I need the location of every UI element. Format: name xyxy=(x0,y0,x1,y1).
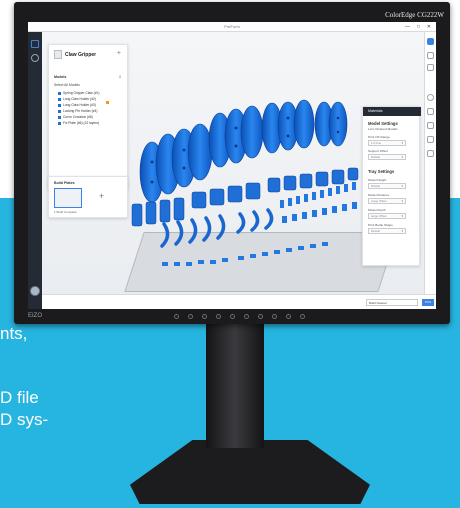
bezel-button[interactable] xyxy=(230,314,235,319)
scale-icon[interactable] xyxy=(427,150,434,157)
background-text-line3: D sys- xyxy=(0,410,49,429)
bezel-button[interactable] xyxy=(272,314,277,319)
file-icon xyxy=(54,50,62,59)
build-plate-caption: 1 Build Complete xyxy=(54,210,77,214)
build-plates-panel: Build Plates + 1 Build Complete xyxy=(48,176,128,218)
window-title: PreForm xyxy=(224,24,240,29)
tray-field-dropdown[interactable]: Large Offset xyxy=(368,198,406,204)
select-all-models[interactable]: Select All Models xyxy=(54,83,80,87)
wand-icon[interactable] xyxy=(427,52,434,59)
models-header: Models xyxy=(54,75,67,79)
bezel-button[interactable] xyxy=(286,314,291,319)
bezel-button[interactable] xyxy=(244,314,249,319)
left-nav-rail xyxy=(28,32,42,309)
model-list-item[interactable]: Long Claw Holder (#3) xyxy=(58,103,96,107)
printer-icon[interactable] xyxy=(427,38,434,45)
minimize-button[interactable]: — xyxy=(405,22,410,32)
setting-dropdown[interactable]: 1.0 Fine xyxy=(368,140,406,146)
tray-field-dropdown[interactable]: Large Offset xyxy=(368,213,406,219)
setting-label: Support Offset xyxy=(368,149,388,153)
print-button[interactable]: Print xyxy=(422,299,434,306)
tray-field-label: Model Distance xyxy=(368,193,390,197)
bezel-button[interactable] xyxy=(174,314,179,319)
home-icon[interactable] xyxy=(31,40,39,48)
setting-label: Print OK Range xyxy=(368,135,390,139)
avatar[interactable] xyxy=(30,286,40,296)
close-button[interactable]: ✕ xyxy=(427,22,431,32)
job-title: Claw Gripper xyxy=(65,52,97,58)
info-icon[interactable] xyxy=(427,94,434,101)
bezel-button[interactable] xyxy=(258,314,263,319)
bezel-button[interactable] xyxy=(216,314,221,319)
models-panel: Claw Gripper + Models 8 Select All Model… xyxy=(48,44,128,190)
monitor-bezel: EIZO xyxy=(14,310,450,324)
settings-panel-header: Materials xyxy=(363,107,421,116)
model-icon xyxy=(58,121,61,125)
model-icon xyxy=(58,97,61,101)
build-plate-thumbnail[interactable] xyxy=(54,188,82,208)
bezel-button[interactable] xyxy=(202,314,207,319)
tray-field-label: Model Depth xyxy=(368,208,386,212)
background-text-line1: nts, xyxy=(0,324,28,343)
model-list-item[interactable]: Fix Plate (#6) (22 layers) xyxy=(58,121,99,125)
model-icon xyxy=(58,109,61,113)
add-build-plate-button[interactable]: + xyxy=(99,191,104,201)
bezel-button[interactable] xyxy=(188,314,193,319)
printer-select[interactable]: Build Cleaner xyxy=(366,299,418,306)
bezel-buttons xyxy=(174,314,305,319)
monitor-brand: ColorEdge CG222W xyxy=(385,11,444,19)
supports-icon[interactable] xyxy=(427,108,434,115)
model-icon xyxy=(58,103,61,107)
bottom-bar: Build Cleaner Print xyxy=(42,294,436,309)
settings-panel: Materials Model Settings Let's Chained M… xyxy=(362,106,421,266)
build-plates-title: Build Plates xyxy=(54,181,75,185)
photo-stage: nts, D file D sys- ColorEdge CG222W PreF… xyxy=(0,0,460,508)
tray-field-label: Print Bottle Shape xyxy=(368,223,393,227)
clock-icon[interactable] xyxy=(31,54,39,62)
add-model-button[interactable]: + xyxy=(117,50,121,57)
window-titlebar: PreForm — □ ✕ xyxy=(28,22,436,32)
warning-flag-icon xyxy=(106,101,109,104)
tray-settings-heading: Tray Settings xyxy=(368,169,395,174)
layout-icon[interactable] xyxy=(427,122,434,129)
tray-field-dropdown[interactable]: Default xyxy=(368,183,406,189)
model-list-item[interactable]: Long Claw Holder (#2) xyxy=(58,97,96,101)
bezel-logo: EIZO xyxy=(28,313,43,319)
tray-field-label: Model Height xyxy=(368,178,387,182)
model-list-item[interactable]: Spring Gripper Claw (#1) xyxy=(58,91,99,95)
orient-icon[interactable] xyxy=(427,64,434,71)
model-icon xyxy=(58,91,61,95)
model-list-item[interactable]: Curve Crossbar (#5) xyxy=(58,115,93,119)
setting-dropdown[interactable]: Default xyxy=(368,154,406,160)
right-tool-rail xyxy=(424,32,436,309)
model-settings-heading: Model Settings xyxy=(368,121,398,126)
tray-field-dropdown[interactable]: Default xyxy=(368,228,406,234)
models-count: 8 xyxy=(119,75,121,79)
model-list-item[interactable]: Locking Pin Holder (#4) xyxy=(58,109,97,113)
monitor: ColorEdge CG222W PreForm — □ ✕ Claw Grip… xyxy=(14,2,450,324)
model-icon xyxy=(58,115,61,119)
rotate-icon[interactable] xyxy=(427,136,434,143)
background-text-line2: D file xyxy=(0,388,39,407)
monitor-stand-neck xyxy=(206,322,264,448)
model-settings-subtitle: Let's Chained Models xyxy=(368,127,398,131)
maximize-button[interactable]: □ xyxy=(417,22,420,32)
app-screen: PreForm — □ ✕ Claw Gripper + Models 8 Se… xyxy=(28,22,436,309)
bezel-button[interactable] xyxy=(300,314,305,319)
